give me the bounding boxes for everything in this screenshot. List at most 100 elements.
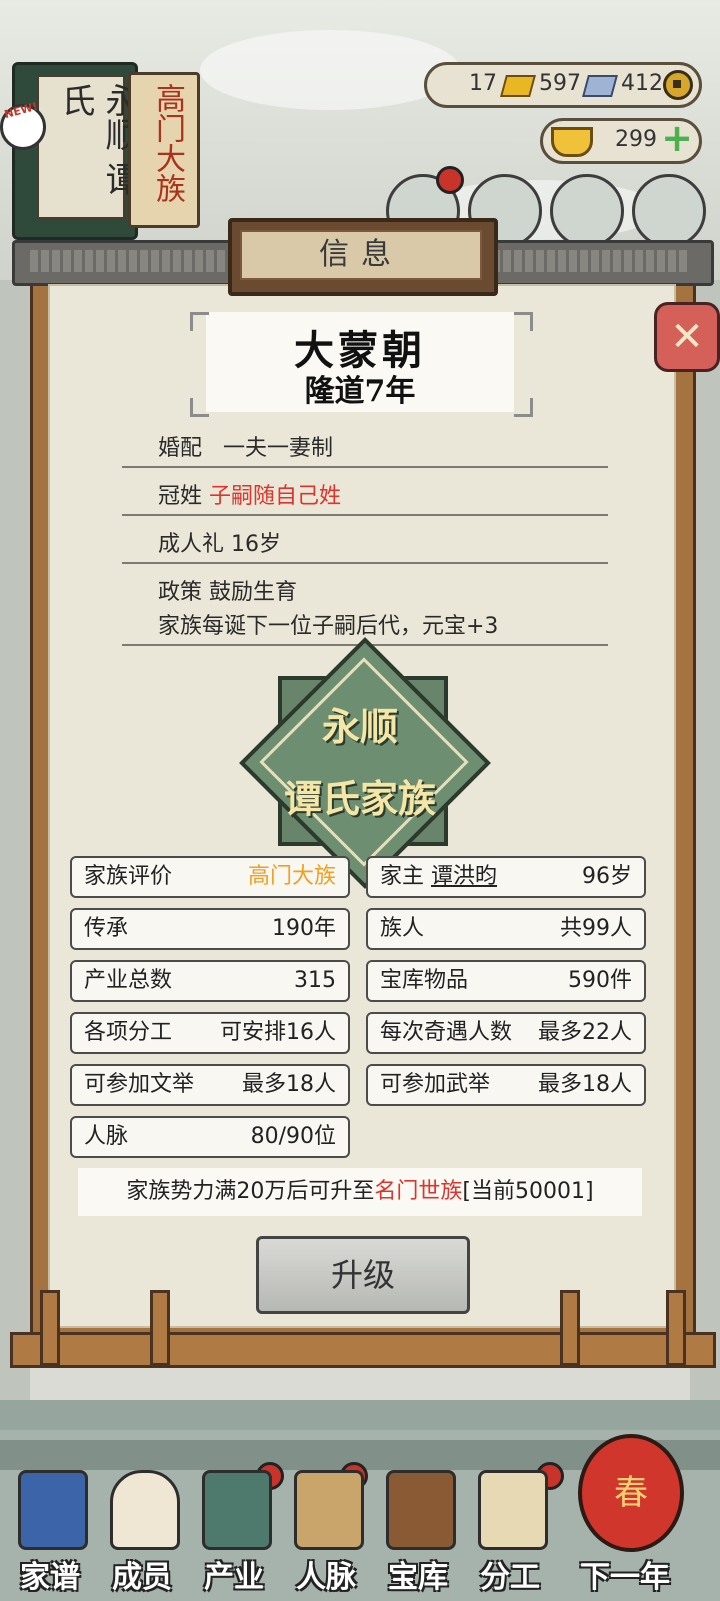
corner-ornament <box>514 398 533 417</box>
upgrade-label: 升级 <box>330 1256 395 1294</box>
resource-bar: 17 597 412 <box>424 62 702 108</box>
nav-members[interactable]: 成员 <box>96 1460 188 1600</box>
notice-target: 名门世族 <box>374 1179 463 1204</box>
close-icon: ✕ <box>670 314 704 360</box>
stat-assignments: 各项分工 可安排16人 <box>70 1012 350 1054</box>
stat-treasury-items: 宝库物品 590件 <box>366 960 646 1002</box>
nav-assignments[interactable]: 分工 <box>464 1460 556 1600</box>
rule-policy: 政策 鼓励生育 <box>158 574 297 606</box>
upgrade-notice: 家族势力满20万后可升至名门世族[当前50001] <box>78 1168 642 1216</box>
stat-label: 各项分工 <box>84 1020 173 1045</box>
stat-value: 可安排16人 <box>220 1020 336 1045</box>
stat-label: 传承 <box>84 916 129 941</box>
nav-label: 产业 <box>204 1560 264 1595</box>
stat-value: 315 <box>294 968 336 993</box>
yuanbao-count: 299 <box>615 127 657 152</box>
rule-label: 冠姓 <box>158 484 203 509</box>
stat-label: 每次奇遇人数 <box>380 1020 513 1045</box>
divider <box>122 466 608 468</box>
nav-connections[interactable]: 人脉 <box>280 1460 372 1600</box>
rule-value: 鼓励生育 <box>209 580 298 605</box>
rail-post <box>560 1290 580 1366</box>
nav-label: 下一年 <box>580 1560 670 1595</box>
nav-treasury[interactable]: 宝库 <box>372 1460 464 1600</box>
rule-value: 子嗣随自己姓 <box>209 484 342 509</box>
notice-text: 家族势力满20万后可升至名门世族[当前50001] <box>78 1168 642 1216</box>
network-icon <box>294 1470 364 1550</box>
building-icon <box>202 1470 272 1550</box>
stat-family-rating: 家族评价 高门大族 <box>70 856 350 898</box>
family-rank-book[interactable]: 高门大族 <box>128 72 200 228</box>
silver-bar-count: 597 <box>539 71 581 96</box>
rule-value: 16岁 <box>231 532 282 557</box>
nav-next-year[interactable]: 下一年 <box>560 1460 690 1600</box>
book-icon <box>18 1470 88 1550</box>
person-icon <box>110 1470 180 1550</box>
add-yuanbao-icon[interactable]: + <box>659 119 695 157</box>
family-rank-text: 高门大族 <box>150 83 185 203</box>
stat-encounter-size: 每次奇遇人数 最多22人 <box>366 1012 646 1054</box>
stat-value: 80/90位 <box>250 1124 336 1149</box>
rail-post <box>150 1290 170 1366</box>
nav-genealogy[interactable]: 家谱 <box>4 1460 96 1600</box>
emblem-line1: 永顺 <box>321 704 398 749</box>
stat-value: 共99人 <box>560 916 632 941</box>
rule-label: 政策 <box>158 580 203 605</box>
yuanbao-bar: 299 + <box>540 118 702 164</box>
policy-effect: 家族每诞下一位子嗣后代，元宝+3 <box>158 614 499 639</box>
corner-ornament <box>514 312 533 331</box>
stat-military-exam: 可参加武举 最多18人 <box>366 1064 646 1106</box>
stat-civil-exam: 可参加文举 最多18人 <box>70 1064 350 1106</box>
silver-bar-icon <box>582 75 618 97</box>
close-button[interactable]: ✕ <box>654 302 720 372</box>
rule-marriage: 婚配 一夫一妻制 <box>158 430 333 462</box>
rule-label: 婚配 <box>158 436 203 461</box>
dialog-base <box>10 1332 716 1368</box>
background-left <box>0 280 30 1400</box>
dialog-title: 信息 <box>319 237 403 272</box>
stat-label: 家族评价 <box>84 864 173 889</box>
notification-dot <box>436 166 464 194</box>
notice-suffix: [当前50001] <box>462 1179 594 1204</box>
nav-label: 成员 <box>112 1560 172 1595</box>
emblem-line2: 谭氏家族 <box>283 776 436 821</box>
stat-value: 最多18人 <box>538 1072 632 1097</box>
nav-industry[interactable]: 产业 <box>188 1460 280 1600</box>
stat-value: 最多18人 <box>242 1072 336 1097</box>
stat-heritage: 传承 190年 <box>70 908 350 950</box>
rule-coming-of-age: 成人礼 16岁 <box>158 526 281 558</box>
stat-value: 96岁 <box>582 864 632 889</box>
cloud <box>200 30 460 110</box>
divider <box>122 562 608 564</box>
upgrade-button[interactable]: 升级 <box>256 1236 470 1314</box>
stat-industry-total: 产业总数 315 <box>70 960 350 1002</box>
stat-value: 190年 <box>272 916 336 941</box>
stat-label: 产业总数 <box>84 968 173 993</box>
gold-bar-icon <box>500 75 536 97</box>
stat-value: 最多22人 <box>538 1020 632 1045</box>
nav-label: 分工 <box>480 1560 540 1595</box>
nav-label: 宝库 <box>388 1560 448 1595</box>
stat-label: 人脉 <box>84 1124 129 1149</box>
stat-value: 590件 <box>568 968 632 993</box>
stat-value: 高门大族 <box>247 864 336 889</box>
rail-post <box>40 1290 60 1366</box>
settings-icon[interactable] <box>632 174 706 248</box>
stat-clan-members: 族人 共99人 <box>366 908 646 950</box>
rule-surname: 冠姓 子嗣随自己姓 <box>158 478 341 510</box>
coin-count: 412 <box>621 71 663 96</box>
divider <box>122 514 608 516</box>
nav-label: 家谱 <box>20 1560 80 1595</box>
scroll-icon <box>478 1470 548 1550</box>
notice-prefix: 家族势力满20万后可升至 <box>126 1179 375 1204</box>
rule-value: 一夫一妻制 <box>223 436 334 461</box>
stat-label: 可参加武举 <box>380 1072 491 1097</box>
menu-icon[interactable] <box>550 174 624 248</box>
family-book-button[interactable]: 永顺 谭氏 <box>12 62 139 240</box>
family-head-name-link[interactable]: 谭洪昀 <box>431 864 497 889</box>
stat-label: 宝库物品 <box>380 968 469 993</box>
dialog-title-plaque: 信息 <box>228 218 498 296</box>
gold-bar-count: 17 <box>469 71 497 96</box>
title-inner: 信息 <box>240 230 482 280</box>
stat-label: 家主 谭洪昀 <box>380 858 497 896</box>
